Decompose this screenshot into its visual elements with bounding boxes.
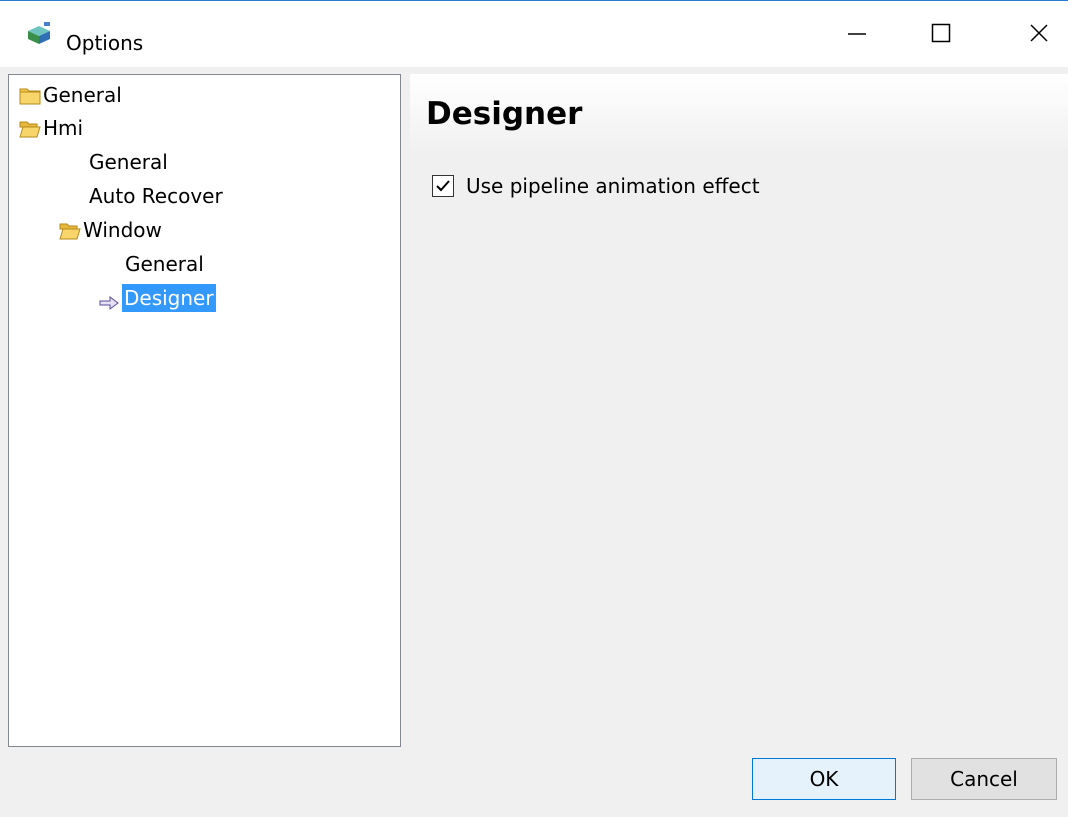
tree-item-label: General <box>89 150 168 174</box>
tree-item-general[interactable]: General <box>19 79 124 111</box>
tree-item-hmi-general[interactable]: General <box>87 146 170 178</box>
maximize-icon <box>931 23 951 47</box>
tree-item-label: Hmi <box>43 116 84 140</box>
options-app-icon <box>26 22 52 48</box>
minimize-icon <box>847 23 867 47</box>
pipeline-animation-option[interactable]: Use pipeline animation effect <box>432 173 760 199</box>
ok-button[interactable]: OK <box>752 758 896 800</box>
tree-item-auto-recover[interactable]: Auto Recover <box>87 180 225 212</box>
options-dialog: Options General Hmi General Auto Recover… <box>0 0 1068 817</box>
window-title: Options <box>66 31 144 55</box>
close-icon <box>1029 23 1049 47</box>
pipeline-animation-checkbox[interactable] <box>432 175 454 197</box>
folder-open-icon <box>59 221 81 240</box>
tree-item-label: Window <box>83 218 162 242</box>
tree-item-designer[interactable]: Designer <box>99 282 216 314</box>
tree-item-label: General <box>43 83 122 107</box>
maximize-button[interactable] <box>916 13 966 57</box>
tree-item-label: Designer <box>122 284 216 312</box>
close-button[interactable] <box>1014 13 1064 57</box>
checkmark-icon <box>436 180 450 192</box>
options-tree[interactable]: General Hmi General Auto Recover Window … <box>8 74 401 747</box>
folder-closed-icon <box>19 86 41 105</box>
title-bar[interactable]: Options <box>0 1 1068 67</box>
tree-item-label: Auto Recover <box>89 184 223 208</box>
tree-item-hmi[interactable]: Hmi <box>19 112 85 144</box>
tree-item-window[interactable]: Window <box>59 214 164 246</box>
cancel-button[interactable]: Cancel <box>911 758 1057 800</box>
option-label: Use pipeline animation effect <box>466 174 760 198</box>
folder-open-icon <box>19 119 41 138</box>
tree-item-label: General <box>125 252 204 276</box>
page-title: Designer <box>426 96 583 132</box>
tree-item-window-general[interactable]: General <box>123 248 206 280</box>
minimize-button[interactable] <box>832 13 882 57</box>
arrow-right-icon <box>99 291 119 310</box>
